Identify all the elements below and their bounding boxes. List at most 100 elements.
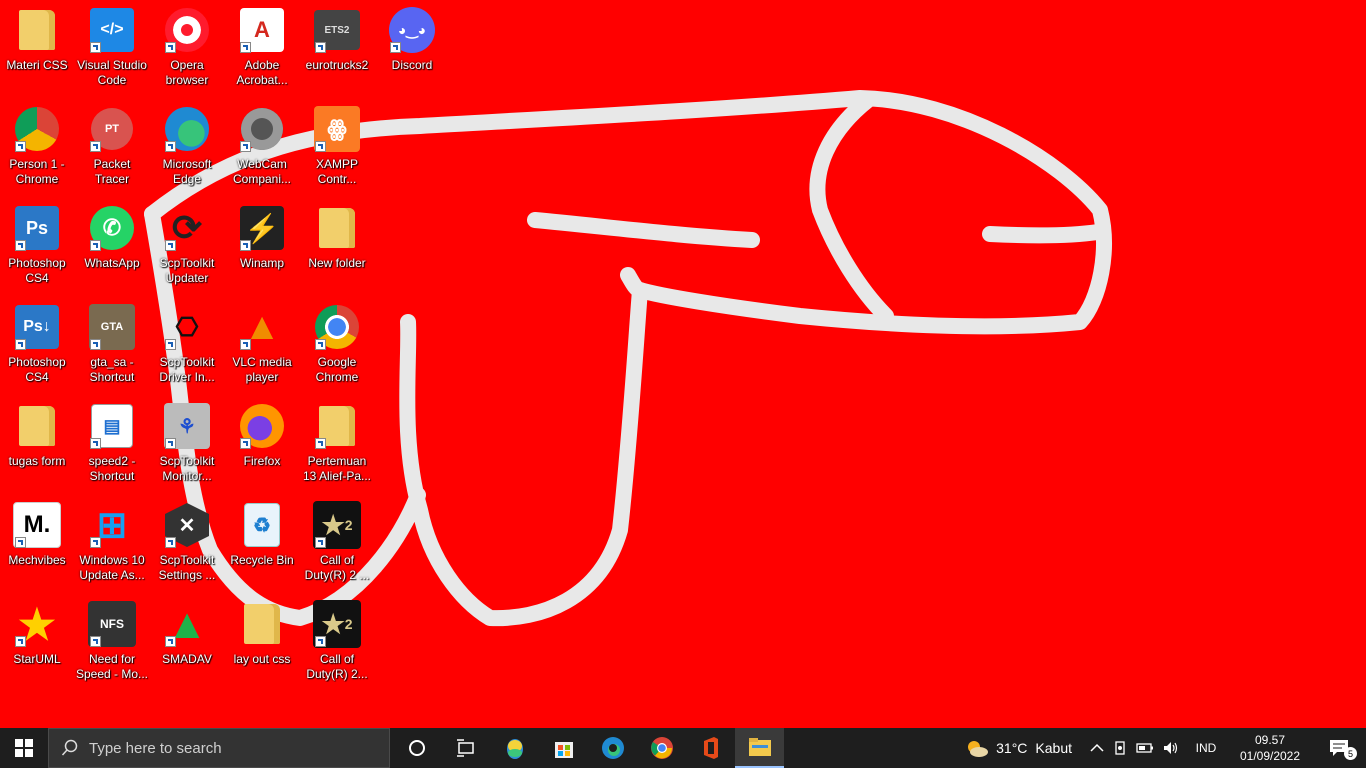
edge-icon <box>163 105 211 153</box>
speed-doc-icon: ▤ <box>88 402 136 450</box>
meet-now-button[interactable] <box>1108 728 1132 768</box>
desktop-icon[interactable]: NFS Need for Speed - Mo... <box>75 594 149 689</box>
desktop-icon[interactable]: ★ StarUML <box>0 594 74 689</box>
desktop-icon[interactable]: ♻ Recycle Bin <box>225 495 299 590</box>
office-icon <box>703 737 718 759</box>
weather-widget[interactable]: 31°C Kabut <box>960 728 1086 768</box>
desktop-icon[interactable]: PT Packet Tracer 5.0 <box>75 99 149 194</box>
desktop-icon-label: Pertemuan 13 Alief-Pa... <box>302 454 372 483</box>
desktop-icon[interactable]: New folder <box>300 198 374 293</box>
scp-driver-icon: ⎔ <box>163 303 211 351</box>
shortcut-arrow-icon <box>165 339 176 350</box>
desktop-icon[interactable]: tugas form <box>0 396 74 491</box>
taskbar-file-explorer[interactable] <box>735 728 784 768</box>
desktop-icon[interactable]: M. Mechvibes <box>0 495 74 590</box>
desktop-icon-label: ScpToolkit Driver In... <box>159 355 215 384</box>
shortcut-arrow-icon <box>90 141 101 152</box>
shortcut-arrow-icon <box>315 636 326 647</box>
taskbar-egg-app[interactable] <box>490 728 539 768</box>
cortana-button[interactable] <box>392 728 441 768</box>
desktop-icon[interactable]: Firefox <box>225 396 299 491</box>
recycle-bin-icon: ♻ <box>238 501 286 549</box>
shortcut-arrow-icon <box>165 537 176 548</box>
desktop-icon[interactable]: Google Chrome <box>300 297 374 392</box>
clock[interactable]: 09.57 01/09/2022 <box>1228 728 1312 768</box>
desktop-icon-label: StarUML <box>13 652 61 666</box>
desktop-icon[interactable]: ETS2 eurotrucks2 <box>300 0 374 95</box>
shortcut-arrow-icon <box>315 339 326 350</box>
winamp-icon: ⚡ <box>238 204 286 252</box>
desktop-icon[interactable]: Pertemuan 13 Alief-Pa... <box>300 396 374 491</box>
desktop-icon[interactable]: Opera browser <box>150 0 224 95</box>
desktop-icon[interactable]: ★ 2 Call of Duty(R) 2... <box>300 594 374 689</box>
desktop-icon[interactable]: ✕ ScpToolkit Settings ... <box>150 495 224 590</box>
desktop-icon-label: Google Chrome <box>315 355 359 384</box>
desktop-icon[interactable]: Materi CSS <box>0 0 74 95</box>
desktop-icon-label: Photoshop CS4 <box>8 256 66 285</box>
desktop-icon[interactable]: ⟳ ScpToolkit Updater <box>150 198 224 293</box>
desktop-icon[interactable]: lay out css <box>225 594 299 689</box>
folder-icon <box>313 204 361 252</box>
desktop[interactable]: Materi CSS </> Visual Studio Code Opera bro… <box>0 0 1366 728</box>
folder-icon <box>238 600 286 648</box>
taskbar-edge[interactable] <box>588 728 637 768</box>
shortcut-arrow-icon <box>165 636 176 647</box>
desktop-icon[interactable]: ⊞ Windows 10 Update As... <box>75 495 149 590</box>
shortcut-arrow-icon <box>315 141 326 152</box>
desktop-icon-label: ScpToolkit Settings ... <box>158 553 216 582</box>
folder-vscode-icon <box>13 6 61 54</box>
scp-monitor-icon: ⚘ <box>163 402 211 450</box>
shortcut-arrow-icon <box>165 438 176 449</box>
taskbar-search-box[interactable]: Type here to search <box>48 728 390 768</box>
edge-icon <box>601 737 624 759</box>
desktop-icon[interactable]: Microsoft Edge <box>150 99 224 194</box>
desktop-icon[interactable]: ◕‿◕ Discord <box>375 0 449 95</box>
desktop-icon[interactable]: ▲ SMADAV <box>150 594 224 689</box>
firefox-icon <box>238 402 286 450</box>
desktop-icon[interactable]: ⚘ ScpToolkit Monitor... <box>150 396 224 491</box>
desktop-icon-label: gta_sa - Shortcut <box>89 355 135 384</box>
desktop-icon[interactable]: ✆ WhatsApp <box>75 198 149 293</box>
input-language[interactable]: IND <box>1184 728 1228 768</box>
desktop-icon-label: Recycle Bin <box>230 553 294 567</box>
clock-time: 09.57 <box>1254 733 1286 747</box>
volume-button[interactable] <box>1158 728 1184 768</box>
desktop-icon-label: Packet Tracer 5.0 <box>93 157 131 186</box>
desktop-icon[interactable]: ⚡ Winamp <box>225 198 299 293</box>
taskbar-office[interactable] <box>686 728 735 768</box>
desktop-icon[interactable]: GTA gta_sa - Shortcut <box>75 297 149 392</box>
desktop-icon[interactable]: ▲ VLC media player <box>225 297 299 392</box>
battery-button[interactable] <box>1132 728 1158 768</box>
taskbar-store[interactable] <box>539 728 588 768</box>
desktop-icon-label: Need for Speed - Mo... <box>75 652 149 681</box>
action-center-button[interactable]: 5 <box>1312 728 1366 768</box>
desktop-icon[interactable]: A Adobe Acrobat... <box>225 0 299 95</box>
desktop-icon[interactable]: Ps Photoshop CS4 <box>0 198 74 293</box>
shortcut-arrow-icon <box>315 537 326 548</box>
desktop-icon-label: Photoshop CS4 <box>8 355 66 384</box>
acrobat-icon: A <box>238 6 286 54</box>
desktop-icon[interactable]: ★ 2 Call of Duty(R) 2 ... <box>300 495 374 590</box>
desktop-icon-label: Person 1 - Chrome <box>9 157 65 186</box>
search-placeholder: Type here to search <box>89 739 222 757</box>
chrome-profile-icon <box>13 105 61 153</box>
shortcut-arrow-icon <box>90 636 101 647</box>
shortcut-arrow-icon <box>15 240 26 251</box>
desktop-icon-label: Mechvibes <box>8 553 66 567</box>
desktop-icon[interactable]: ꙮ XAMPP Contr... <box>300 99 374 194</box>
desktop-icon[interactable]: WebCam Compani... <box>225 99 299 194</box>
desktop-icon[interactable]: Ps↓ Photoshop CS4 <box>0 297 74 392</box>
file-explorer-icon <box>748 738 771 756</box>
desktop-icon[interactable]: </> Visual Studio Code <box>75 0 149 95</box>
taskbar-chrome[interactable] <box>637 728 686 768</box>
start-button[interactable] <box>0 728 48 768</box>
system-tray: 31°C Kabut IND 09.57 01/09/2022 5 <box>960 728 1366 768</box>
task-view-button[interactable] <box>441 728 490 768</box>
shortcut-arrow-icon <box>240 141 251 152</box>
desktop-icon[interactable]: Person 1 - Chrome <box>0 99 74 194</box>
desktop-icon[interactable]: ▤ speed2 - Shortcut <box>75 396 149 491</box>
weather-temp: 31°C <box>996 740 1028 756</box>
show-hidden-icons-button[interactable] <box>1086 728 1108 768</box>
desktop-icon-label: Winamp <box>239 256 284 270</box>
desktop-icon[interactable]: ⎔ ScpToolkit Driver In... <box>150 297 224 392</box>
